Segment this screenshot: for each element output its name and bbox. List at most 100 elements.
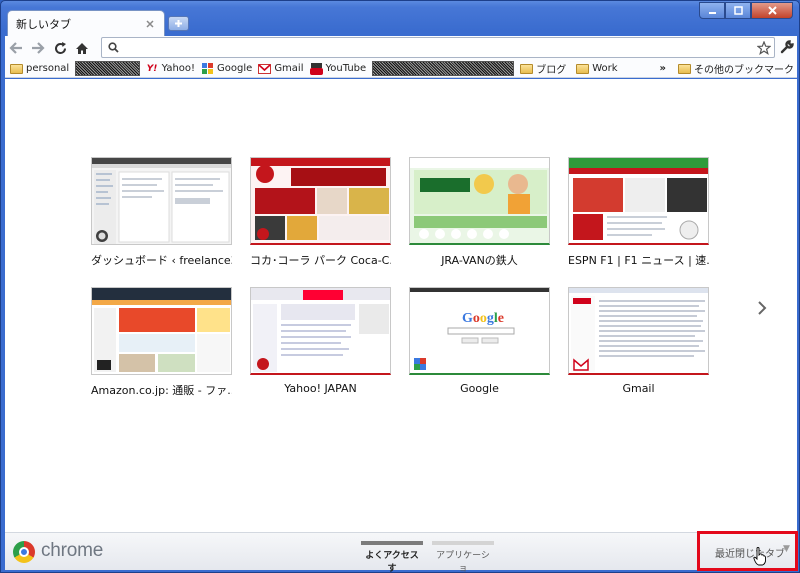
thumbnail-title: JRA-VANの鉄人	[441, 254, 518, 267]
thumbnail-tile[interactable]: JRA-VANの鉄人	[409, 157, 550, 268]
tab-indicator	[361, 541, 423, 545]
folder-icon	[678, 63, 691, 74]
bookmark-label: その他のブックマーク	[694, 65, 794, 76]
bookmark-label: ブログ	[536, 65, 567, 76]
thumbnail-tile[interactable]: Google Google	[409, 287, 550, 395]
thumbnail-image	[409, 157, 550, 245]
thumbnail-tile[interactable]: Amazon.co.jp: 通販 - ファ...	[91, 287, 232, 398]
maximize-icon	[733, 6, 743, 15]
new-tab-button[interactable]	[168, 16, 189, 31]
thumbnail-image	[250, 287, 391, 375]
tab-title: 新しいタブ	[16, 18, 71, 31]
tab-label: よくアクセスす	[365, 551, 419, 573]
thumbnail-title: Gmail	[622, 382, 655, 395]
thumbnail-image	[91, 157, 232, 245]
thumbnail-title: Amazon.co.jp: 通販 - ファ...	[91, 384, 232, 397]
svg-text:Google: Google	[462, 311, 504, 326]
bookmarks-overflow-button[interactable]: »	[657, 61, 669, 77]
thumbnail-image: Google	[409, 287, 550, 375]
new-tab-page: ダッシュボード ‹ freelance3...	[5, 79, 797, 532]
bookmark-label: YouTube	[325, 63, 367, 74]
back-arrow-icon	[9, 42, 22, 54]
bookmark-folder-blog[interactable]: ブログ	[517, 61, 569, 77]
thumbnail-image	[568, 287, 709, 375]
toolbar	[5, 36, 797, 60]
redacted-bookmarks	[372, 61, 515, 76]
chrome-logo-icon	[13, 541, 35, 563]
thumbnail-image	[91, 287, 232, 375]
thumbnail-title: Yahoo! JAPAN	[284, 382, 357, 395]
bookmark-label: personal	[26, 63, 70, 74]
thumbnail-tile[interactable]: コカ･コーラ パーク Coca-C...	[250, 157, 391, 268]
google-icon	[201, 63, 214, 74]
chevron-right-icon	[758, 301, 767, 315]
thumbnail-title: Google	[460, 382, 499, 395]
search-icon	[108, 42, 119, 53]
back-button[interactable]	[5, 38, 27, 58]
folder-icon	[10, 63, 23, 74]
thumbnail-title: ダッシュボード ‹ freelance3...	[91, 254, 232, 267]
youtube-icon	[309, 62, 323, 75]
hand-cursor-icon	[753, 547, 766, 566]
minimize-icon	[708, 12, 716, 14]
tab-most-visited[interactable]: よくアクセスす	[361, 538, 423, 573]
bookmark-gmail[interactable]: Gmail	[255, 61, 306, 77]
tab-new-tab[interactable]: 新しいタブ	[7, 10, 165, 37]
chevron-down-icon: ▼	[783, 544, 790, 554]
forward-arrow-icon	[32, 42, 45, 54]
thumbnail-tile[interactable]: Yahoo! JAPAN	[250, 287, 391, 395]
folder-icon	[576, 63, 590, 74]
bookmark-label: Gmail	[274, 63, 304, 74]
minimize-button[interactable]	[699, 2, 725, 19]
bookmark-google[interactable]: Google	[198, 61, 255, 77]
new-tab-footer: chrome よくアクセスす アプリケーショ 最近閉じたタブ ▼	[5, 531, 798, 573]
window-caption-buttons	[699, 2, 793, 19]
tab-label: アプリケーショ	[436, 551, 490, 573]
bookmark-youtube[interactable]: YouTube	[307, 61, 370, 77]
folder-icon	[520, 63, 534, 74]
close-icon	[146, 20, 154, 28]
bookmark-label: Work	[592, 63, 618, 74]
thumbnail-title: コカ･コーラ パーク Coca-C...	[250, 254, 391, 267]
recently-closed-button[interactable]: 最近閉じたタブ ▼	[697, 531, 798, 571]
gmail-icon	[258, 63, 272, 74]
wrench-menu-button[interactable]	[777, 36, 797, 58]
wrench-icon	[780, 40, 794, 54]
tab-indicator	[432, 541, 494, 545]
bookmark-folder-work[interactable]: Work	[573, 61, 620, 77]
chrome-wordmark: chrome	[41, 540, 104, 561]
plus-icon	[175, 20, 182, 27]
tab-apps[interactable]: アプリケーショ	[432, 538, 494, 573]
omnibox-input[interactable]	[123, 38, 774, 57]
bookmark-label: Google	[217, 63, 253, 74]
bookmark-folder-personal[interactable]: personal	[7, 61, 72, 77]
close-icon	[767, 6, 777, 15]
thumbnail-image	[568, 157, 709, 245]
bookmark-label: Yahoo!	[161, 63, 196, 74]
reload-button[interactable]	[49, 38, 71, 58]
bookmark-yahoo[interactable]: Y! Yahoo!	[143, 61, 198, 77]
bookmarks-bar: personal Y! Yahoo! Google Gmail YouTube	[5, 60, 797, 78]
close-window-button[interactable]	[751, 2, 793, 19]
recently-closed-label: 最近閉じたタブ	[715, 549, 785, 560]
redacted-bookmarks	[75, 61, 140, 76]
home-button[interactable]	[71, 38, 93, 58]
thumbnail-tile[interactable]: ダッシュボード ‹ freelance3...	[91, 157, 232, 268]
omnibox[interactable]	[101, 37, 775, 58]
next-page-button[interactable]	[757, 297, 767, 321]
maximize-button[interactable]	[725, 2, 751, 19]
home-icon	[76, 42, 88, 54]
thumbnail-image	[250, 157, 391, 245]
yahoo-icon: Y!	[146, 63, 158, 74]
tab-close-button[interactable]	[144, 18, 156, 30]
bookmark-star-button[interactable]	[754, 38, 774, 58]
thumbnail-tile[interactable]: Gmail	[568, 287, 709, 395]
reload-icon	[54, 41, 66, 54]
thumbnail-tile[interactable]: ESPN F1 | F1 ニュース | 速...	[568, 157, 709, 268]
chevron-double-right-icon: »	[659, 63, 666, 74]
thumbnail-title: ESPN F1 | F1 ニュース | 速...	[568, 254, 709, 267]
browser-window: 新しいタブ personal Y! Yahoo! Google Gmail Yo…	[0, 0, 800, 573]
forward-button[interactable]	[27, 38, 49, 58]
star-icon	[757, 41, 771, 55]
bookmark-folder-other[interactable]: その他のブックマーク	[675, 61, 797, 77]
